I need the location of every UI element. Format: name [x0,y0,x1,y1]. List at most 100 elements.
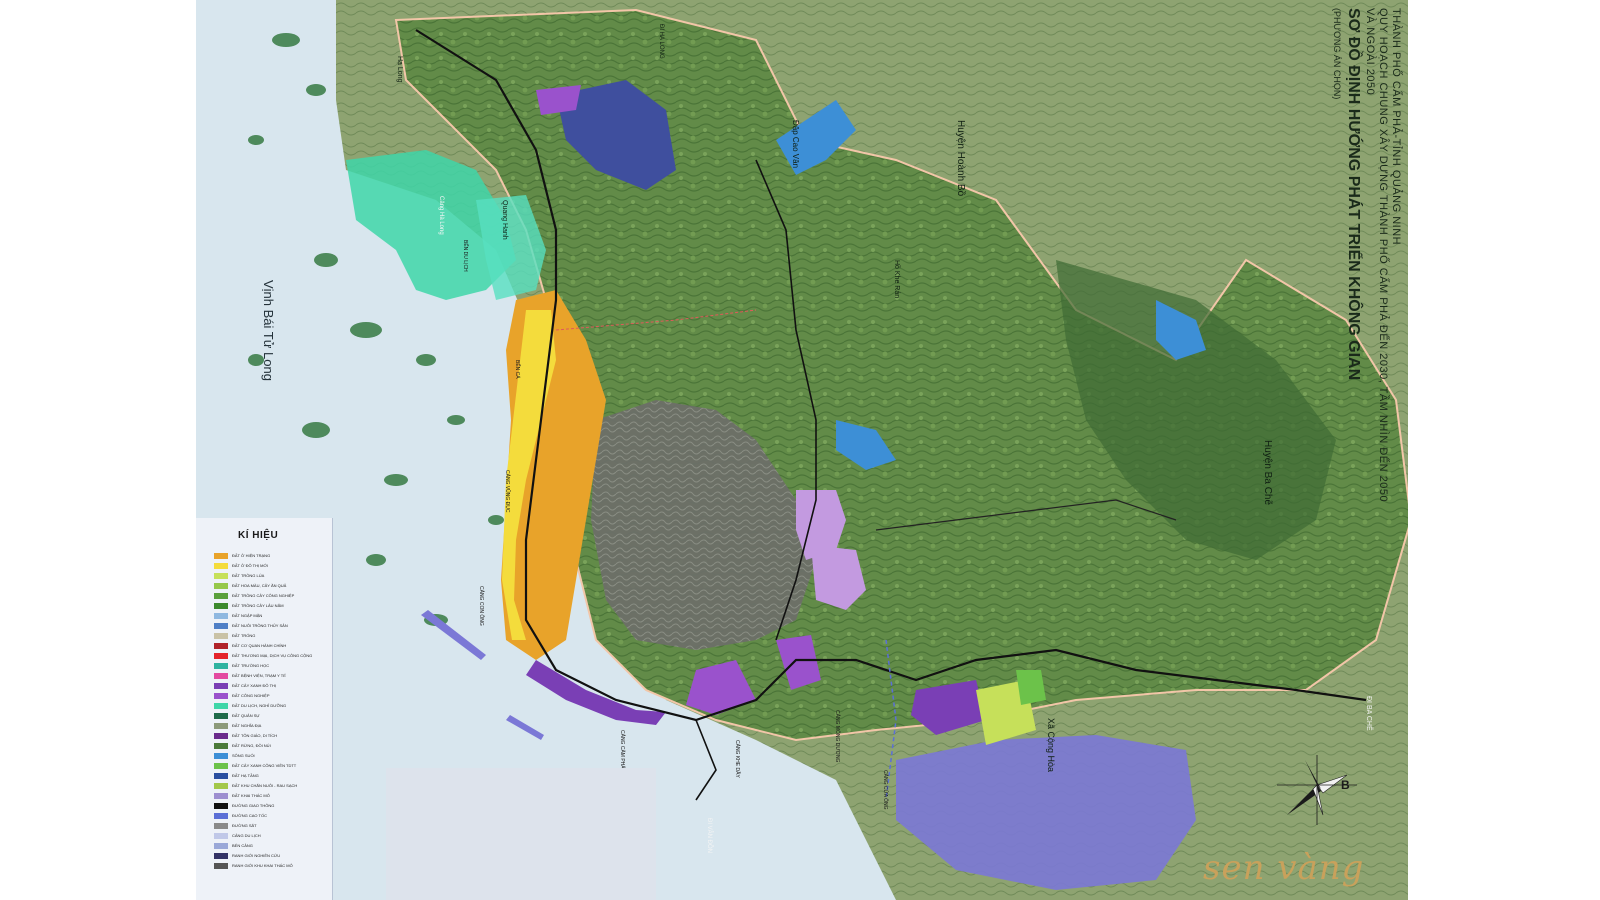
legend-swatch [214,632,228,639]
ba-che-label: Huyện Ba Chẽ [1262,440,1273,506]
legend-swatch [214,742,228,749]
ha-long-label: Hạ Long [396,56,403,83]
legend-label: ĐẤT RỪNG, ĐỒI NÚI [232,743,271,748]
legend-swatch [214,712,228,719]
legend-swatch [214,692,228,699]
cang-cua-ong-label: CẢNG CỬA ÔNG [882,770,888,810]
title-line-2: QUY HOẠCH CHUNG XÂY DỰNG THÀNH PHỐ CẨM P… [1377,8,1389,503]
legend-item: ĐẤT TRỒNG LÚA [214,572,264,579]
legend-item: ĐẤT CÔNG NGHIỆP [214,692,270,699]
legend-swatch [214,622,228,629]
legend-label: ĐẤT TÔN GIÁO, DI TÍCH [232,733,278,738]
legend-label: ĐẤT TRỒNG LÚA [232,573,265,578]
title-line-3: VÀ NGOÀI 2050 [1364,8,1376,96]
ho-khe-ran-label: Hồ Khe Rán [893,260,900,299]
legend-swatch [214,832,228,839]
legend-swatch [214,822,228,829]
legend-item: ĐẤT TRỒNG CÂY CÔNG NGHIỆP [214,592,294,599]
legend-label: ĐẤT KHU CHĂN NUÔI - RAU SẠCH [232,783,298,788]
legend-item: ĐẤT TRỐNG [214,632,255,639]
di-van-don-label: ĐI VÂN ĐỒN [706,818,712,854]
hoanh-bo-label: Huyện Hoành Bồ [955,120,966,197]
ben-du-lich-label: BẾN DU LỊCH [462,240,468,272]
legend-item: ĐẤT TRƯỜNG HỌC [214,662,269,669]
brand-logo: sen vàng [1203,848,1365,888]
legend-swatch [214,682,228,689]
sea-label: Vịnh Bái Tử Long [261,280,276,381]
legend-swatch [214,672,228,679]
legend-label: ĐẤT TRỒNG CÂY LÂU NĂM [232,603,284,608]
north-arrow-icon: B [1277,755,1357,825]
legend-swatch [214,592,228,599]
legend-label: ĐẤT THƯƠNG MẠI, DỊCH VỤ CÔNG CỘNG [232,653,313,658]
legend-label: ĐẤT TRƯỜNG HỌC [232,663,270,668]
legend-item: ĐẤT BỆNH VIỆN, TRẠM Y TẾ [214,672,286,679]
cang-mong-duong-label: CẢNG MÔNG DƯƠNG [834,710,840,763]
legend-label: CẢNG DU LỊCH [232,833,261,838]
legend-item: ĐẤT TÔN GIÁO, DI TÍCH [214,732,277,739]
legend-item: ĐẤT QUÂN SỰ [214,712,260,719]
cang-khe-day-label: CẢNG KHE DẦY [734,740,740,778]
legend-label: ĐẤT Ở ĐÔ THỊ MỚI [232,563,269,568]
legend-item: ĐƯỜNG GIAO THÔNG [214,802,274,809]
legend-title: KÍ HIỆU [238,530,279,541]
legend-label: ĐẤT CÂY XANH CÔNG VIÊN TDTT [232,763,297,768]
legend-swatch [214,652,228,659]
ben-ca-label: BẾN CÁ [514,360,520,379]
legend-label: ĐẤT CÂY XANH ĐÔ THỊ [232,683,277,688]
legend-swatch [214,752,228,759]
map-title-block: THÀNH PHỐ CẨM PHẢ-TỈNH QUẢNG NINH QUY HO… [1331,8,1402,502]
legend-swatch [214,782,228,789]
legend-label: ĐẤT DU LỊCH, NGHỈ DƯỠNG [232,703,287,708]
legend-label: ĐẤT NGHĨA ĐỊA [232,723,262,728]
legend-swatch [214,772,228,779]
legend-label: ĐẤT HẠ TẦNG [232,773,259,778]
map-canvas [196,0,1408,900]
legend-label: ĐẤT Ở HIỆN TRẠNG [232,553,271,558]
legend-item: ĐẤT HOA MÀU, CÂY ĂN QUẢ [214,582,286,589]
legend-swatch [214,852,228,859]
legend-item: ĐẤT KHU CHĂN NUÔI - RAU SẠCH [214,782,297,789]
legend-label: ĐƯỜNG CAO TỐC [232,813,267,818]
cang-ha-long-label: Cảng Hà Long [438,196,444,235]
cang-vung-duc-label: CẢNG VŨNG ĐỤC [504,470,510,513]
legend-item: ĐẤT Ở ĐÔ THỊ MỚI [214,562,268,569]
legend-item: ĐẤT CÂY XANH ĐÔ THỊ [214,682,276,689]
legend-label: ĐẤT CÔNG NGHIỆP [232,693,270,698]
legend-swatch [214,612,228,619]
legend-item: ĐẤT CÂY XANH CÔNG VIÊN TDTT [214,762,296,769]
legend-label: SÔNG SUỐI [232,753,255,758]
legend-swatch [214,552,228,559]
legend-label: ĐẤT BỆNH VIỆN, TRẠM Y TẾ [232,673,286,678]
legend-item: ĐẤT DU LỊCH, NGHỈ DƯỠNG [214,702,286,709]
legend-item: ĐẤT Ở HIỆN TRẠNG [214,552,270,559]
legend-swatch [214,662,228,669]
legend-label: ĐẤT NUÔI TRỒNG THỦY SẢN [232,623,288,628]
cang-con-ong-label: CẢNG CON ÔNG [478,586,484,626]
legend-label: ĐẤT NGẬP MẶN [232,613,263,618]
legend-swatch [214,862,228,869]
subtitle: (PHƯƠNG ÁN CHỌN) [1332,8,1342,100]
legend-item: CẢNG DU LỊCH [214,832,261,839]
legend-label: ĐƯỜNG GIAO THÔNG [232,803,275,808]
legend-label: ĐẤT CƠ QUAN HÀNH CHÍNH [232,643,287,648]
legend-swatch [214,732,228,739]
legend-swatch [214,572,228,579]
legend-item: ĐẤT TRỒNG CÂY LÂU NĂM [214,602,284,609]
di-ha-long-label: ĐI HẠ LONG [658,24,664,59]
legend-item: ĐẤT RỪNG, ĐỒI NÚI [214,742,271,749]
legend-item: ĐƯỜNG CAO TỐC [214,812,267,819]
legend-swatch [214,722,228,729]
legend-item: RANH GIỚI KHU KHAI THÁC MỎ [214,862,293,869]
legend-item: ĐẤT CƠ QUAN HÀNH CHÍNH [214,642,286,649]
legend-item: ĐẤT HẠ TẦNG [214,772,259,779]
legend-swatch [214,812,228,819]
legend-swatch [214,642,228,649]
legend-label: ĐẤT HOA MÀU, CÂY ĂN QUẢ [232,583,287,588]
blank-panel [386,768,656,900]
legend-item: ĐẤT NUÔI TRỒNG THỦY SẢN [214,622,288,629]
legend-item: ĐẤT THƯƠNG MẠI, DỊCH VỤ CÔNG CỘNG [214,652,312,659]
legend-item: RANH GIỚI NGHIÊN CỨU [214,852,280,859]
legend-item: SÔNG SUỐI [214,752,255,759]
legend-item: ĐẤT KHAI THÁC MỎ [214,792,270,799]
